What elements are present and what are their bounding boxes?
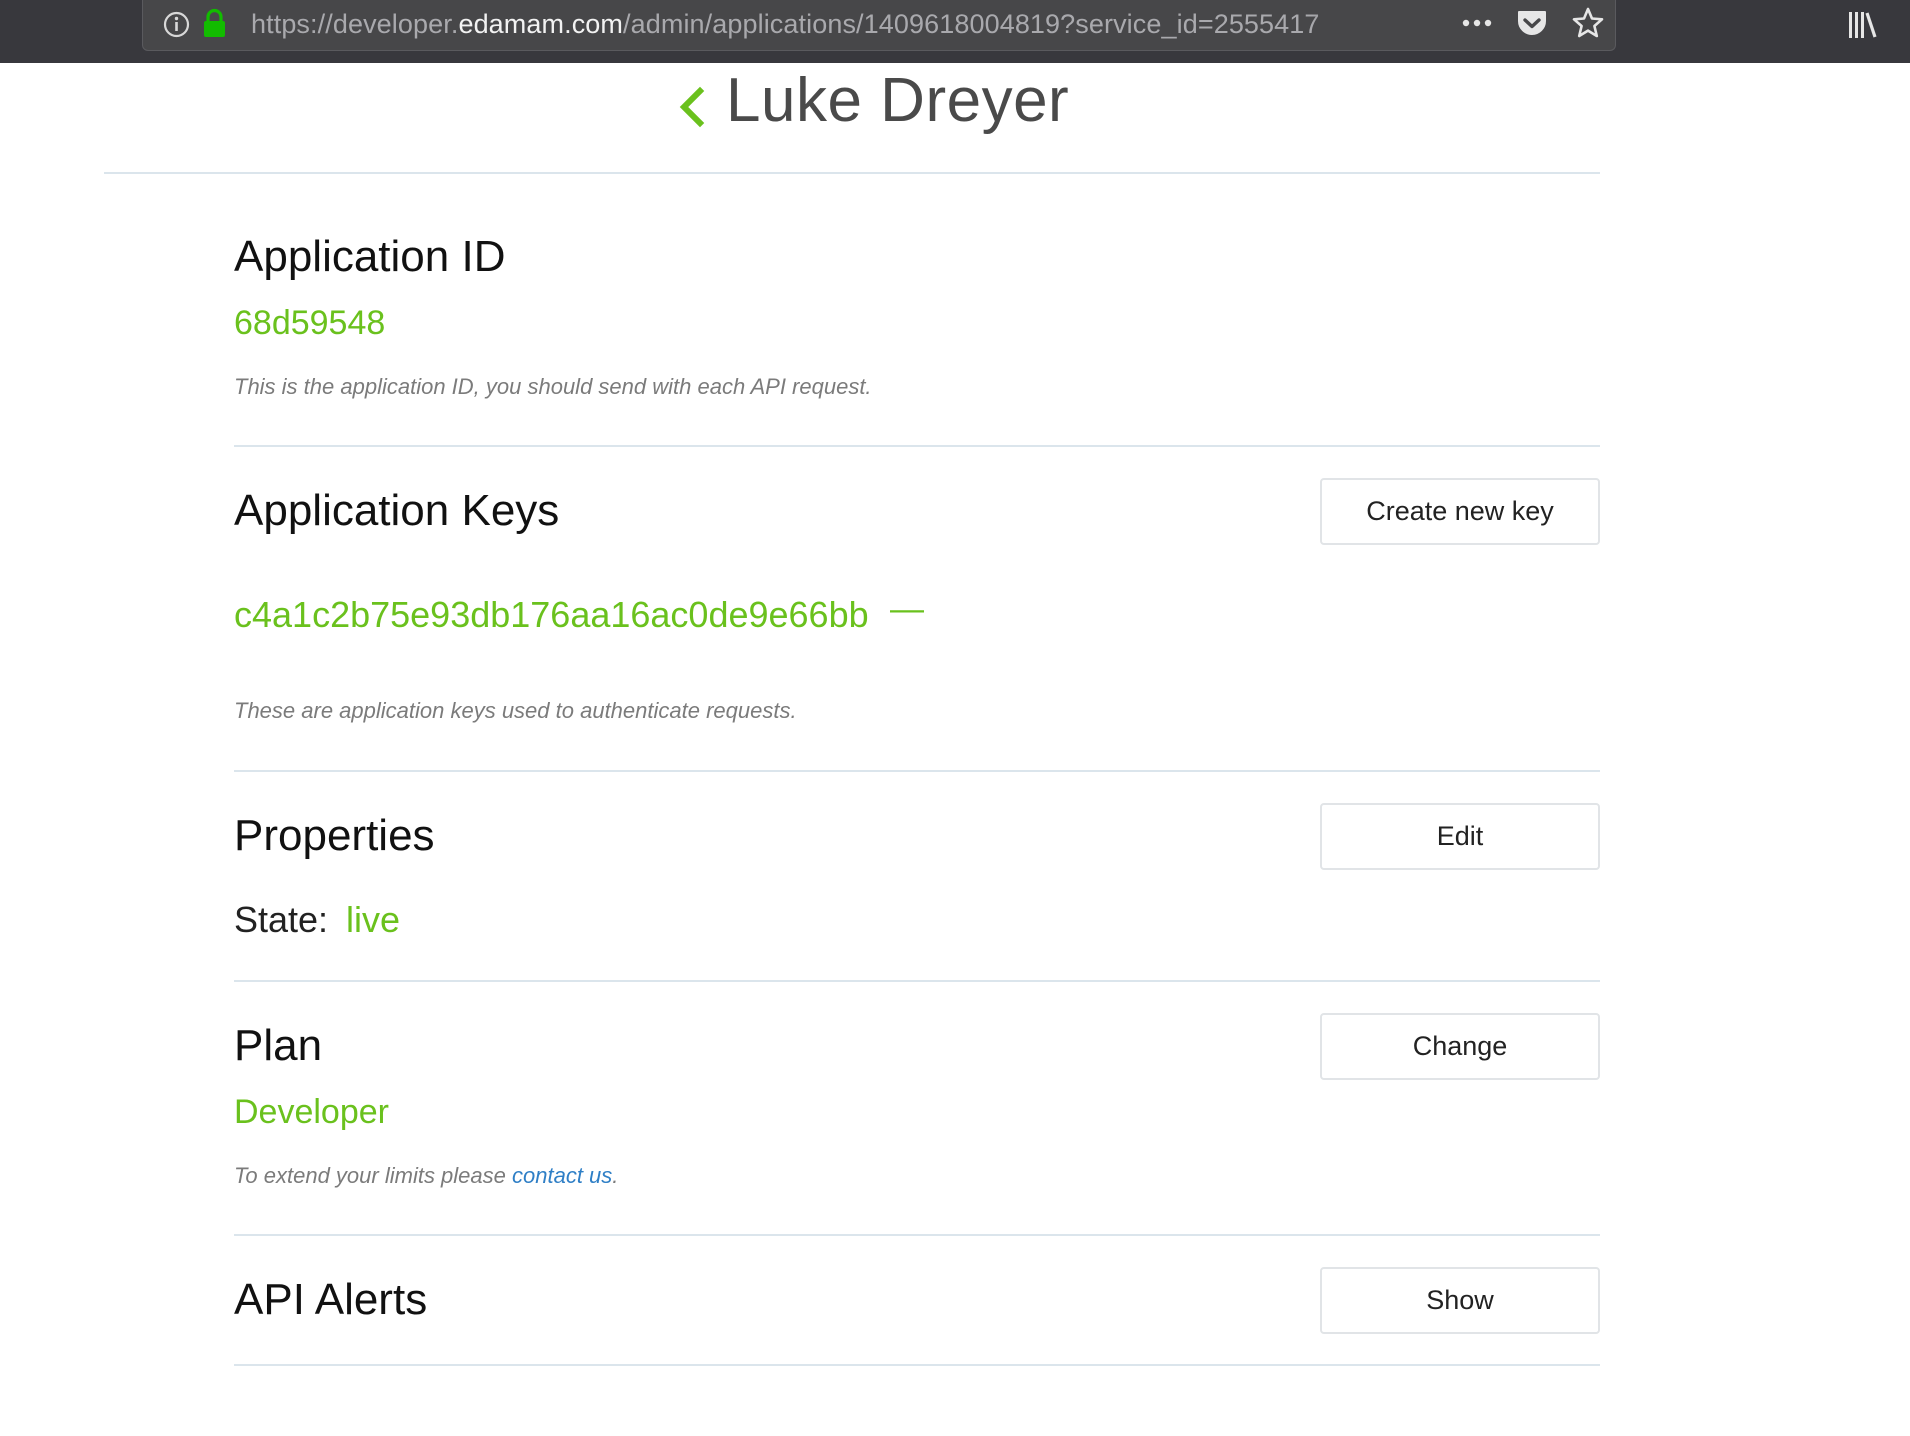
divider xyxy=(234,1234,1600,1236)
more-actions-icon[interactable] xyxy=(1457,11,1497,35)
divider xyxy=(234,980,1600,982)
state-label: State: xyxy=(234,899,329,940)
section-title: Application Keys xyxy=(234,486,560,535)
api-alerts-section: API Alerts Show xyxy=(234,1267,1600,1347)
section-title: Plan xyxy=(234,1021,323,1070)
divider xyxy=(104,172,1600,174)
section-title: API Alerts xyxy=(234,1275,428,1324)
library-icon[interactable] xyxy=(1846,8,1880,42)
address-bar[interactable]: https://developer.edamam.com/admin/appli… xyxy=(142,0,1616,51)
application-keys-section: Application Keys Create new key c4a1c2b7… xyxy=(234,478,1600,738)
back-chevron-icon[interactable] xyxy=(676,83,706,131)
create-new-key-button[interactable]: Create new key xyxy=(1320,478,1600,545)
page-header: Luke Dreyer xyxy=(0,63,1910,173)
divider xyxy=(234,1364,1600,1366)
lock-icon[interactable] xyxy=(201,8,228,38)
bookmark-star-icon[interactable] xyxy=(1571,6,1605,40)
state-value: live xyxy=(346,899,401,940)
edit-properties-button[interactable]: Edit xyxy=(1320,803,1600,870)
browser-toolbar: https://developer.edamam.com/admin/appli… xyxy=(0,0,1910,63)
section-title: Properties xyxy=(234,811,435,860)
divider xyxy=(234,445,1600,447)
show-alerts-button[interactable]: Show xyxy=(1320,1267,1600,1334)
section-title: Application ID xyxy=(234,232,506,281)
application-id-value: 68d59548 xyxy=(234,304,386,342)
info-icon[interactable] xyxy=(163,11,190,38)
remove-key-button[interactable]: — xyxy=(890,590,924,629)
plan-section: Plan Change Developer To extend your lim… xyxy=(234,1013,1600,1213)
plan-note: To extend your limits please contact us. xyxy=(234,1163,619,1188)
properties-section: Properties Edit State: live xyxy=(234,803,1600,953)
application-id-note: This is the application ID, you should s… xyxy=(234,374,872,399)
url-text[interactable]: https://developer.edamam.com/admin/appli… xyxy=(251,9,1391,40)
plan-value: Developer xyxy=(234,1093,389,1131)
application-id-section: Application ID 68d59548 This is the appl… xyxy=(234,232,1600,412)
application-key-value[interactable]: c4a1c2b75e93db176aa16ac0de9e66bb xyxy=(234,594,869,636)
pocket-icon[interactable] xyxy=(1515,6,1549,40)
application-keys-note: These are application keys used to authe… xyxy=(234,698,797,723)
change-plan-button[interactable]: Change xyxy=(1320,1013,1600,1080)
divider xyxy=(234,770,1600,772)
contact-us-link[interactable]: contact us xyxy=(512,1163,612,1188)
page-title: Luke Dreyer xyxy=(726,66,1070,135)
